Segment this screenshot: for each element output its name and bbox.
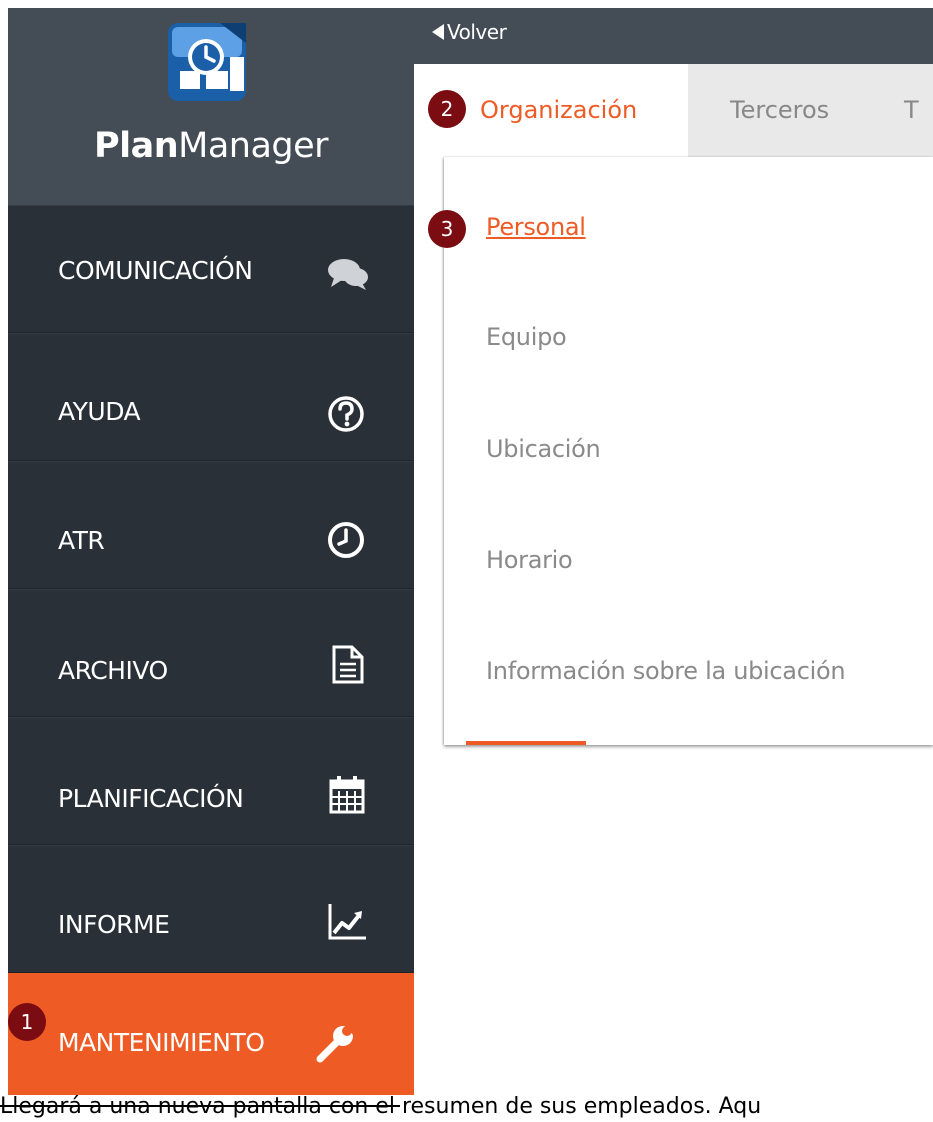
sidebar-item-label: PLANIFICACIÓN [58, 784, 244, 813]
sidebar-item-label: ARCHIVO [58, 656, 168, 685]
back-link[interactable]: Volver [432, 20, 507, 44]
wrench-icon [316, 1025, 356, 1063]
submenu-panel: Personal Equipo Ubicación Horario Inform… [444, 157, 933, 745]
sidebar-item-comunicacion[interactable]: COMUNICACIÓN [8, 205, 414, 333]
back-arrow-icon [432, 24, 444, 40]
sidebar-item-label: COMUNICACIÓN [58, 256, 253, 285]
menu-item-horario[interactable]: Horario [486, 546, 573, 574]
sidebar-item-atr[interactable]: ATR [8, 461, 414, 589]
panel-accent-underline [466, 741, 586, 745]
sidebar-item-ayuda[interactable]: AYUDA [8, 333, 414, 461]
menu-item-personal[interactable]: Personal [486, 213, 586, 241]
line-chart-icon [328, 904, 366, 940]
menu-item-informacion-ubicacion[interactable]: Información sobre la ubicación [486, 657, 846, 685]
sidebar-item-label: AYUDA [58, 397, 141, 426]
step-badge-3: 3 [428, 210, 466, 248]
tab-next[interactable]: T [904, 64, 919, 157]
brand-name-bold: Plan [93, 126, 179, 166]
clock-icon [328, 522, 364, 558]
sidebar-item-label: MANTENIMIENTO [58, 1028, 265, 1057]
planmanager-logo-icon [168, 23, 246, 101]
chat-bubbles-icon [328, 259, 368, 290]
calendar-icon [329, 776, 365, 814]
file-icon [332, 645, 364, 684]
menu-item-equipo[interactable]: Equipo [486, 323, 567, 351]
sidebar-item-label: ATR [58, 526, 105, 555]
sidebar-item-archivo[interactable]: ARCHIVO [8, 589, 414, 717]
top-bar: Volver [414, 8, 933, 64]
sidebar-item-label: INFORME [58, 910, 170, 939]
step-badge-1: 1 [8, 1003, 46, 1041]
sidebar-item-mantenimiento[interactable]: MANTENIMIENTO [8, 973, 414, 1095]
step-badge-2: 2 [428, 90, 466, 128]
app-window: PlanManager COMUNICACIÓN AYUDA ATR ARCHI… [8, 8, 933, 1095]
caption-strike-line [0, 1105, 400, 1107]
menu-item-ubicacion[interactable]: Ubicación [486, 435, 601, 463]
sidebar-item-planificacion[interactable]: PLANIFICACIÓN [8, 717, 414, 845]
brand-header: PlanManager [8, 8, 414, 205]
brand-name-regular: Manager [178, 126, 329, 166]
tab-bar: Organización Terceros T [414, 64, 933, 157]
help-circle-icon [328, 396, 364, 432]
brand-name: PlanManager [8, 126, 414, 166]
tab-terceros[interactable]: Terceros [730, 64, 829, 157]
sidebar: PlanManager COMUNICACIÓN AYUDA ATR ARCHI… [8, 8, 414, 1095]
back-label: Volver [447, 20, 507, 44]
sidebar-item-informe[interactable]: INFORME [8, 845, 414, 973]
